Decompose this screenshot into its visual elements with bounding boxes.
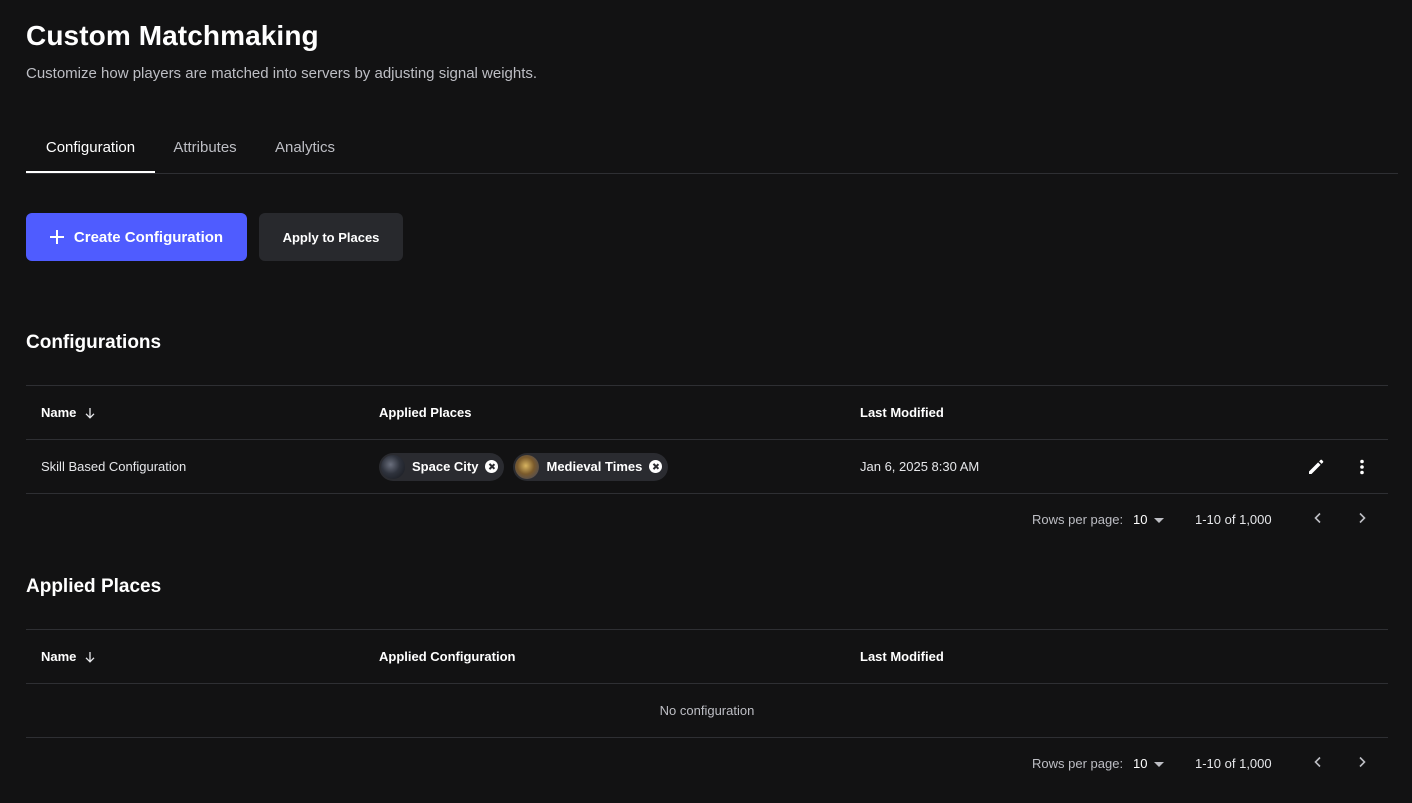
pagination: Rows per page: 10 1-10 of 1,000 — [26, 494, 1388, 546]
empty-row: No configuration — [26, 683, 1388, 738]
apply-to-places-button[interactable]: Apply to Places — [259, 213, 403, 261]
tab-bar: Configuration Attributes Analytics — [26, 126, 1398, 174]
caret-down-icon[interactable] — [1154, 518, 1164, 523]
tab-configuration[interactable]: Configuration — [26, 126, 155, 173]
column-header-name-label: Name — [41, 649, 77, 664]
applied-places-heading: Applied Places — [26, 576, 162, 597]
plus-icon — [49, 230, 64, 244]
configurations-table: Name Applied Places Last Modified Skill … — [26, 385, 1388, 546]
table-row: Skill Based Configuration Space City Med… — [26, 439, 1388, 494]
applied-places-cell: Space City Medieval Times — [379, 440, 677, 493]
row-actions — [1306, 440, 1372, 493]
column-header-last-modified: Last Modified — [860, 649, 944, 664]
edit-button[interactable] — [1306, 457, 1326, 477]
pagination: Rows per page: 10 1-10 of 1,000 — [26, 738, 1388, 790]
column-header-last-modified: Last Modified — [860, 405, 944, 420]
chevron-right-icon[interactable] — [1354, 754, 1370, 770]
space-city-thumbnail — [381, 454, 405, 479]
table-header-row: Name Applied Configuration Last Modified — [26, 629, 1388, 683]
column-header-name-label: Name — [41, 405, 77, 420]
place-chip-medieval-times: Medieval Times — [513, 452, 669, 481]
column-header-applied-configuration: Applied Configuration — [379, 649, 516, 664]
close-circle-icon[interactable] — [649, 460, 663, 473]
column-header-name[interactable]: Name — [41, 630, 96, 683]
medieval-times-thumbnail — [515, 454, 540, 479]
table-header-row: Name Applied Places Last Modified — [26, 385, 1388, 439]
applied-places-table: Name Applied Configuration Last Modified… — [26, 629, 1388, 790]
page-subtitle: Customize how players are matched into s… — [26, 65, 538, 82]
tab-analytics[interactable]: Analytics — [255, 126, 355, 172]
place-chip-space-city: Space City — [379, 452, 505, 481]
pencil-icon — [1309, 459, 1324, 474]
page-title: Custom Matchmaking — [26, 20, 319, 51]
place-chip-label: Space City — [412, 459, 479, 474]
chevron-left-icon[interactable] — [1310, 754, 1326, 770]
empty-state-text: No configuration — [659, 703, 755, 718]
rows-per-page-label: Rows per page: — [1032, 512, 1124, 527]
close-circle-icon[interactable] — [485, 460, 499, 473]
column-header-applied-places: Applied Places — [379, 405, 472, 420]
chevron-left-icon[interactable] — [1310, 510, 1326, 526]
rows-per-page-select[interactable]: 10 — [1133, 512, 1147, 527]
page-range: 1-10 of 1,000 — [1195, 512, 1272, 527]
more-vertical-icon — [1360, 459, 1364, 474]
chevron-right-icon[interactable] — [1354, 510, 1370, 526]
rows-per-page-select[interactable]: 10 — [1133, 756, 1147, 771]
column-header-name[interactable]: Name — [41, 386, 96, 439]
tab-attributes[interactable]: Attributes — [155, 126, 255, 172]
create-configuration-label: Create Configuration — [73, 228, 224, 246]
configurations-heading: Configurations — [26, 332, 162, 353]
place-chip-label: Medieval Times — [546, 459, 643, 474]
more-options-button[interactable] — [1352, 457, 1372, 477]
sort-down-icon — [85, 407, 95, 419]
caret-down-icon[interactable] — [1154, 762, 1164, 767]
rows-per-page-label: Rows per page: — [1032, 756, 1124, 771]
configuration-name: Skill Based Configuration — [41, 459, 187, 474]
page-range: 1-10 of 1,000 — [1195, 756, 1272, 771]
last-modified-value: Jan 6, 2025 8:30 AM — [860, 459, 980, 474]
sort-down-icon — [85, 651, 95, 663]
create-configuration-button[interactable]: Create Configuration — [26, 213, 247, 261]
